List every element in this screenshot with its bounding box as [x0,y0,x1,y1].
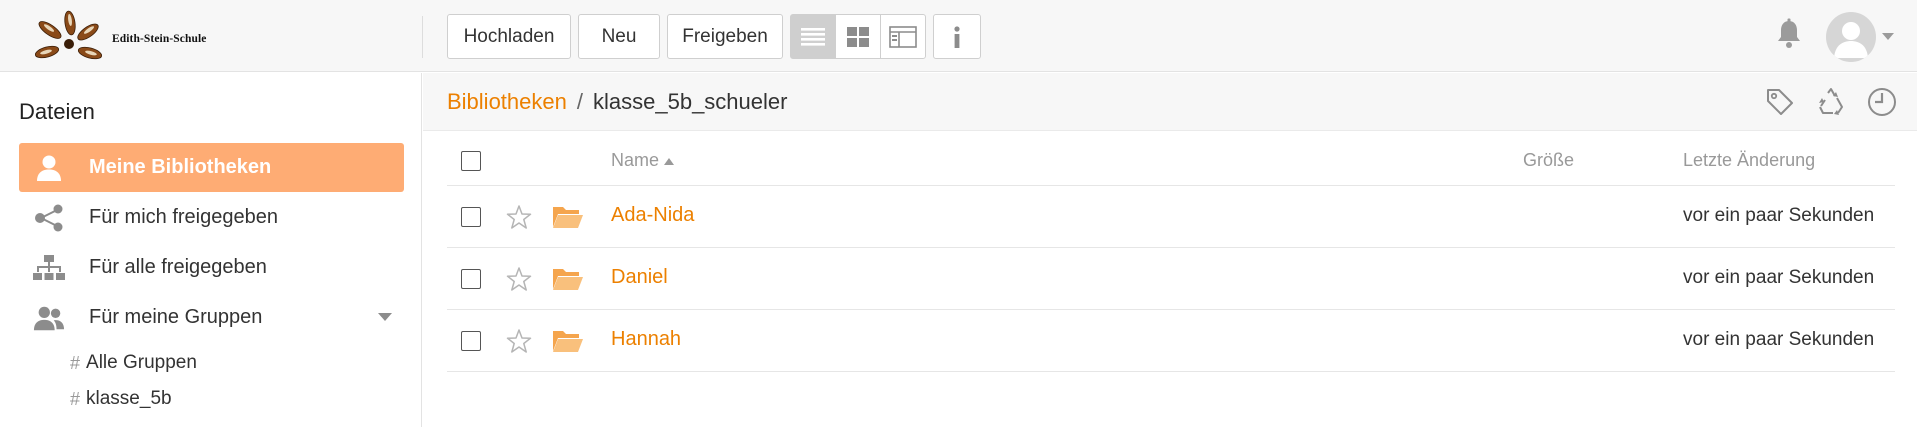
column-header-modified[interactable]: Letzte Änderung [1683,150,1815,171]
sort-ascending-icon [664,157,675,165]
share-icon [35,204,63,231]
sidebar-item-my-groups[interactable]: Für meine Gruppen [19,293,404,342]
row-checkbox[interactable] [461,331,481,351]
file-toolbar: Hochladen Neu Freigeben [447,14,981,59]
top-header: Edith-Stein-Schule Hochladen Neu Freigeb… [0,0,1917,72]
file-modified: vor ein paar Sekunden [1683,267,1875,288]
file-modified: vor ein paar Sekunden [1683,329,1875,350]
folder-icon [553,269,583,290]
star-icon[interactable] [506,328,532,354]
path-bar: Bibliotheken / klasse_5b_schueler [423,73,1917,131]
group-label: klasse_5b [86,388,172,409]
user-avatar[interactable] [1826,12,1876,62]
logo-mark-icon [34,10,103,60]
sidebar-group-klasse-5b[interactable]: # klasse_5b [70,386,172,412]
sidebar: Dateien Meine Bibliotheken Für mich frei… [0,73,422,427]
info-button[interactable] [933,14,981,59]
org-chart-icon [33,254,65,280]
table-header: Name Größe Letzte Änderung [447,136,1895,186]
file-table: Name Größe Letzte Änderung Ada-Nida vor … [447,136,1895,372]
sidebar-item-my-libraries[interactable]: Meine Bibliotheken [19,143,404,192]
chevron-down-icon[interactable] [378,313,392,322]
share-button[interactable]: Freigeben [667,14,783,59]
tags-button[interactable] [1763,85,1797,119]
user-icon [37,155,61,181]
hash-icon: # [70,352,81,373]
table-row[interactable]: Daniel vor ein paar Sekunden [447,248,1895,310]
sidebar-item-shared-with-me[interactable]: Für mich freigegeben [19,193,404,242]
grid-view-icon [847,26,869,47]
notifications-button[interactable] [1776,18,1802,50]
breadcrumb-root-link[interactable]: Bibliotheken [447,89,567,115]
trash-button[interactable] [1814,85,1848,119]
tag-icon [1767,89,1793,115]
table-row[interactable]: Ada-Nida vor ein paar Sekunden [447,186,1895,248]
school-logo[interactable]: Edith-Stein-Schule [28,8,206,64]
header-divider [422,16,423,58]
column-view-icon [889,25,917,48]
sidebar-item-label: Meine Bibliotheken [89,156,272,178]
column-header-size[interactable]: Größe [1523,150,1574,171]
logo-text: Edith-Stein-Schule [112,33,207,45]
file-name-link[interactable]: Ada-Nida [611,204,694,227]
folder-icon [553,207,583,228]
history-icon [1868,88,1896,116]
chevron-down-icon[interactable] [1882,33,1894,41]
column-header-name[interactable]: Name [611,150,675,171]
list-view-icon [801,27,825,46]
row-checkbox[interactable] [461,207,481,227]
sidebar-item-label: Für meine Gruppen [89,306,263,328]
file-name-link[interactable]: Daniel [611,266,668,289]
sidebar-item-shared-with-all[interactable]: Für alle freigegeben [19,243,404,292]
file-modified: vor ein paar Sekunden [1683,205,1875,226]
recycle-icon [1819,88,1843,115]
select-all-checkbox[interactable] [461,151,481,171]
sidebar-item-label: Für mich freigegeben [89,206,278,228]
row-checkbox[interactable] [461,269,481,289]
sidebar-item-label: Für alle freigegeben [89,256,267,278]
star-icon[interactable] [506,266,532,292]
breadcrumb-current: klasse_5b_schueler [593,89,788,114]
breadcrumb-separator: / [576,89,583,114]
hash-icon: # [70,388,81,409]
table-row[interactable]: Hannah vor ein paar Sekunden [447,310,1895,372]
history-button[interactable] [1865,85,1899,119]
sidebar-title: Dateien [19,99,95,124]
folder-icon [553,331,583,352]
bell-icon [1778,18,1800,48]
group-label: Alle Gruppen [86,352,197,373]
group-icon [33,306,65,330]
grid-view-button[interactable] [835,14,881,59]
info-icon [954,25,960,48]
breadcrumb: Bibliotheken / klasse_5b_schueler [447,89,787,115]
upload-button[interactable]: Hochladen [447,14,571,59]
file-name-link[interactable]: Hannah [611,328,681,351]
star-icon[interactable] [506,204,532,230]
sidebar-group-all[interactable]: # Alle Gruppen [70,350,197,376]
column-view-button[interactable] [880,14,926,59]
path-operations [1746,85,1899,119]
list-view-button[interactable] [790,14,836,59]
view-mode-switcher [790,14,926,59]
avatar-icon [1834,22,1868,58]
new-button[interactable]: Neu [578,14,660,59]
